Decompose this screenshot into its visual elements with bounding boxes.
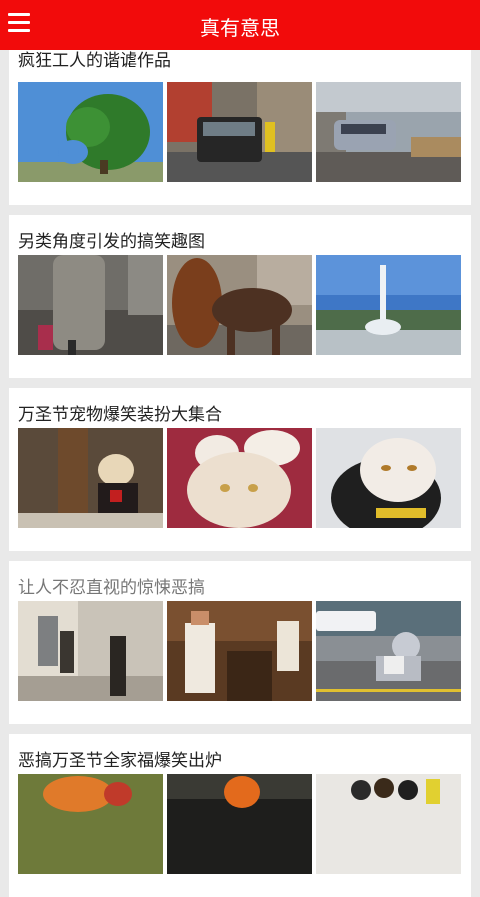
group-costume-photo[interactable]: [316, 774, 461, 874]
tree-sculpture-photo[interactable]: [18, 82, 163, 182]
fountain-photo[interactable]: [316, 255, 461, 355]
street-scene-photo[interactable]: [18, 601, 163, 701]
article-card[interactable]: 万圣节宠物爆笑装扮大集合: [9, 388, 471, 551]
woman-and-horse-photo[interactable]: [167, 255, 312, 355]
bunny-ears-cat-photo[interactable]: [167, 428, 312, 528]
article-card[interactable]: 让人不忍直视的惊悚恶搞: [9, 561, 471, 724]
pumpkin-head-photo[interactable]: [167, 774, 312, 874]
article-title[interactable]: 让人不忍直视的惊悚恶搞: [18, 573, 205, 598]
article-title[interactable]: 万圣节宠物爆笑装扮大集合: [18, 400, 222, 425]
car-on-street-photo[interactable]: [316, 82, 461, 182]
bee-costume-cat-photo[interactable]: [316, 428, 461, 528]
article-title[interactable]: 另类角度引发的搞笑趣图: [18, 227, 205, 252]
person-in-coat-photo[interactable]: [18, 255, 163, 355]
alien-reading-photo[interactable]: [316, 601, 461, 701]
page-title: 真有意思: [200, 16, 280, 40]
article-title[interactable]: 恶搞万圣节全家福爆笑出炉: [18, 746, 222, 771]
article-card[interactable]: 疯狂工人的谐谑作品: [9, 42, 471, 205]
article-card[interactable]: 另类角度引发的搞笑趣图: [9, 215, 471, 378]
article-card[interactable]: 恶搞万圣节全家福爆笑出炉: [9, 734, 471, 897]
costume-family-photo[interactable]: [18, 774, 163, 874]
suv-in-alley-photo[interactable]: [167, 82, 312, 182]
nurse-figure-photo[interactable]: [167, 601, 312, 701]
top-bar: 真有意思: [0, 0, 480, 50]
dog-in-costume-photo[interactable]: [18, 428, 163, 528]
